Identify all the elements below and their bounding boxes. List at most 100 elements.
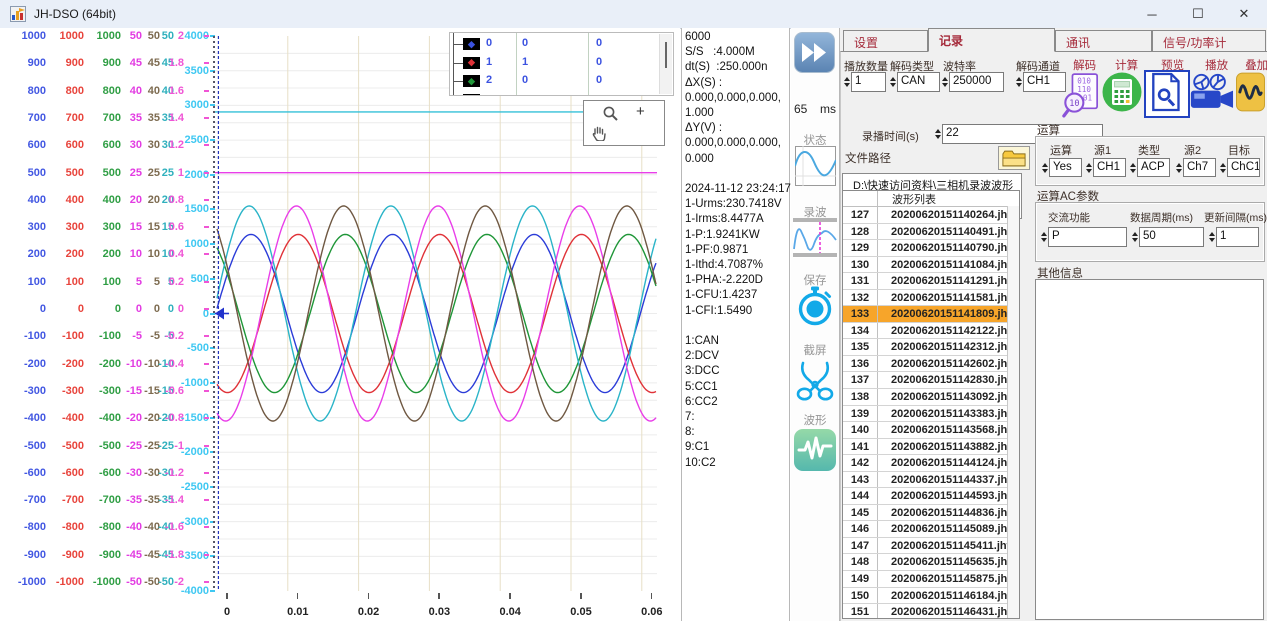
spinner-解码通道[interactable]: CH1	[1014, 72, 1066, 92]
ac-spinner-交流功能[interactable]: P	[1039, 227, 1127, 247]
operation-spinner-目标[interactable]: ChC1	[1218, 158, 1260, 177]
file-list-row[interactable]: 12820200620151140491.jhw	[843, 224, 1019, 241]
other-info-box[interactable]	[1035, 279, 1264, 620]
y-axis-label: -4000	[0, 585, 209, 597]
y-axis-label: -3500	[0, 550, 209, 562]
pan-hand-icon[interactable]	[592, 125, 607, 146]
legend-row[interactable]: ◆	[450, 91, 673, 97]
file-list-row[interactable]: 13020200620151141084.jhw	[843, 257, 1019, 274]
file-list-row[interactable]: 13620200620151142602.jhw	[843, 356, 1019, 373]
legend-marker: ◆	[463, 57, 480, 69]
spinner-arrows[interactable]	[1218, 158, 1227, 177]
legend-row[interactable]: ◆000	[450, 35, 673, 53]
stopwatch-icon[interactable]	[793, 286, 837, 331]
maximize-button[interactable]: ☐	[1175, 0, 1221, 28]
file-list-row[interactable]: 13320200620151141809.jhw	[843, 306, 1019, 323]
spinner-arrows[interactable]	[1174, 158, 1183, 177]
legend-row[interactable]: ◆200	[450, 72, 673, 90]
spinner-arrows[interactable]	[1040, 158, 1049, 177]
file-list-row[interactable]: 14620200620151145089.jhw	[843, 521, 1019, 538]
spinner-arrows[interactable]	[1207, 227, 1216, 247]
spinner-arrows[interactable]	[940, 72, 949, 92]
preview-icon[interactable]	[1147, 72, 1183, 117]
legend-scrollbar[interactable]	[659, 34, 672, 94]
spinner-播放数量[interactable]: 1	[842, 72, 886, 92]
spinner-arrows[interactable]	[1128, 158, 1137, 177]
file-list-row[interactable]: 13120200620151141291.jhw	[843, 273, 1019, 290]
file-list-row[interactable]: 14520200620151144836.jhw	[843, 505, 1019, 522]
file-list-row[interactable]: 13520200620151142312.jhw	[843, 339, 1019, 356]
overlay-wave-icon[interactable]	[1236, 72, 1265, 117]
spinner-arrows[interactable]	[842, 72, 851, 92]
plot-legend[interactable]: ◆000◆110◆200◆	[449, 32, 674, 96]
file-list-row[interactable]: 12920200620151140790.jhw	[843, 240, 1019, 257]
scissors-icon[interactable]	[793, 358, 837, 407]
browse-folder-button[interactable]	[998, 146, 1030, 170]
ac-field-label: 交流功能	[1048, 210, 1090, 225]
spinner-arrows[interactable]	[1039, 227, 1048, 247]
svg-text:10: 10	[1069, 99, 1079, 109]
fast-forward-button[interactable]	[794, 32, 835, 73]
file-number: 142	[843, 455, 878, 471]
record-wave-icon[interactable]	[793, 218, 837, 263]
file-list-row[interactable]: 14120200620151143882.jhw	[843, 439, 1019, 456]
tab-设置[interactable]: 设置	[843, 30, 928, 51]
x-axis-label: 0.04	[490, 606, 530, 618]
file-list-row[interactable]: 13220200620151141581.jhw	[843, 290, 1019, 307]
file-name: 20200620151143882.jhw	[878, 439, 1019, 455]
spinner-arrows[interactable]	[1014, 72, 1023, 92]
file-number: 133	[843, 306, 878, 322]
waveform-file-list[interactable]: 波形列表 12720200620151140264.jhw12820200620…	[842, 190, 1020, 619]
file-list-row[interactable]: 12720200620151140264.jhw	[843, 207, 1019, 224]
info-line: 1.000	[685, 106, 789, 121]
ac-spinner-更新间隔(ms)[interactable]: 1	[1207, 227, 1259, 247]
file-list-row[interactable]: 15020200620151146184.jhw	[843, 588, 1019, 605]
spinner-arrows[interactable]	[1130, 227, 1139, 247]
legend-row[interactable]: ◆110	[450, 54, 673, 72]
legend-value: 1	[522, 56, 528, 68]
file-list-scrollbar[interactable]	[1007, 206, 1019, 619]
file-list-row[interactable]: 14420200620151144593.jhw	[843, 488, 1019, 505]
info-line	[685, 319, 789, 334]
zoom-tool-icon[interactable]	[602, 105, 619, 127]
file-list-row[interactable]: 13920200620151143383.jhw	[843, 406, 1019, 423]
file-list-row[interactable]: 14020200620151143568.jhw	[843, 422, 1019, 439]
file-list-row[interactable]: 15120200620151146431.jhw	[843, 604, 1019, 619]
file-name: 20200620151146184.jhw	[878, 588, 1019, 604]
file-list-row[interactable]: 13820200620151143092.jhw	[843, 389, 1019, 406]
operation-spinner-源1[interactable]: CH1	[1084, 158, 1126, 177]
movie-camera-icon[interactable]	[1188, 72, 1234, 119]
spinner-arrows[interactable]	[1084, 158, 1093, 177]
file-list-row[interactable]: 14320200620151144337.jhw	[843, 472, 1019, 489]
file-list-row[interactable]: 13720200620151142830.jhw	[843, 372, 1019, 389]
file-list-row[interactable]: 14820200620151145635.jhw	[843, 554, 1019, 571]
operation-spinner-类型[interactable]: ACP	[1128, 158, 1170, 177]
file-list-row[interactable]: 14220200620151144124.jhw	[843, 455, 1019, 472]
info-line: 2024-11-12 23:24:17	[685, 182, 789, 197]
ac-spinner-数据周期(ms)[interactable]: 50	[1130, 227, 1204, 247]
calculator-icon[interactable]	[1102, 72, 1142, 117]
spinner-arrows[interactable]	[933, 124, 942, 144]
x-axis-label: 0.06	[632, 606, 672, 618]
operation-spinner-源2[interactable]: Ch7	[1174, 158, 1216, 177]
file-list-row[interactable]: 14720200620151145411.jhw	[843, 538, 1019, 555]
spinner-arrows[interactable]	[888, 72, 897, 92]
zoom-plus-icon[interactable]: +	[636, 103, 645, 120]
file-list-row[interactable]: 14920200620151145875.jhw	[843, 571, 1019, 588]
minimize-button[interactable]: ─	[1129, 0, 1175, 28]
file-list-row[interactable]: 13420200620151142122.jhw	[843, 323, 1019, 340]
spinner-解码类型[interactable]: CAN	[888, 72, 940, 92]
file-name: 20200620151144593.jhw	[878, 488, 1019, 504]
tab-通讯[interactable]: 通讯	[1055, 30, 1152, 51]
close-button[interactable]: ✕	[1221, 0, 1267, 28]
status-graph-icon[interactable]	[793, 146, 837, 191]
waveform-icon[interactable]	[793, 428, 837, 477]
axis-tick	[204, 472, 209, 474]
y-axis-label: 2500	[0, 134, 209, 146]
spinner-波特率[interactable]: 250000	[940, 72, 1004, 92]
decode-icon[interactable]: 0101100110	[1062, 72, 1100, 123]
axis-tick	[580, 593, 582, 599]
tab-记录[interactable]: 记录	[928, 28, 1055, 52]
operation-spinner-运算[interactable]: Yes	[1040, 158, 1082, 177]
tab-信号/功率计[interactable]: 信号/功率计	[1152, 30, 1266, 51]
